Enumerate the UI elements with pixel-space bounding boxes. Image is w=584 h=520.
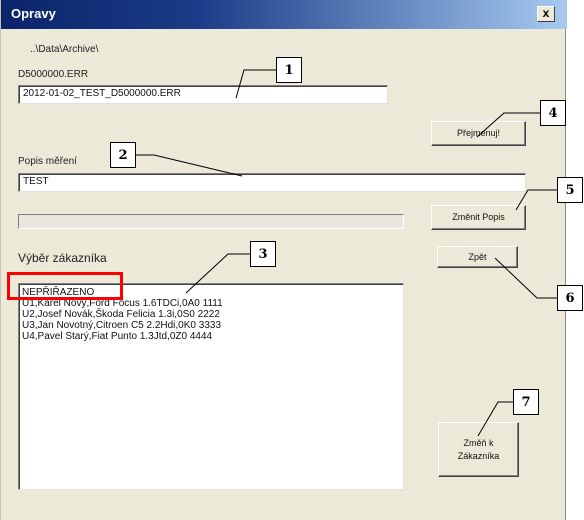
change-customer-button[interactable]: Změň k Zákazníka (438, 422, 519, 477)
path-label: ..\Data\Archive\ (30, 44, 99, 55)
callout-5: 5 (557, 177, 583, 203)
list-item[interactable]: U2,Josef Novák,Škoda Felicia 1.3i,0S0 22… (22, 309, 400, 320)
customer-select-label: Výběr zákazníka (18, 251, 107, 265)
callout-2: 2 (110, 142, 136, 168)
callout-4: 4 (540, 100, 566, 126)
callout-1: 1 (276, 57, 302, 83)
callout-7: 7 (513, 389, 539, 415)
customer-listbox[interactable]: NEPŘIŘAZENO U1,Karel Nový,Ford Focus 1.6… (18, 283, 404, 490)
callout-3: 3 (250, 241, 276, 267)
file-name-input[interactable]: 2012-01-02_TEST_D5000000.ERR (18, 85, 388, 104)
change-customer-label-line1: Změň k (463, 437, 494, 448)
window-title: Opravy (11, 6, 56, 21)
rename-button[interactable]: Přejmenuj! (431, 121, 526, 146)
highlight-box (7, 272, 123, 300)
title-bar[interactable]: Opravy x (1, 0, 567, 29)
list-item[interactable]: U4,Pavel Starý,Fiat Punto 1.3Jtd,0Z0 444… (22, 331, 400, 342)
change-customer-label-line2: Zákazníka (457, 450, 500, 461)
progress-bar (18, 214, 404, 229)
callout-6: 6 (557, 285, 583, 311)
change-description-button[interactable]: Změnit Popis (431, 205, 526, 230)
close-button[interactable]: x (537, 6, 555, 22)
description-input[interactable]: TEST (18, 173, 526, 192)
list-item[interactable]: U3,Jan Novotný,Citroen C5 2.2Hdi,0K0 333… (22, 320, 400, 331)
description-label: Popis měření (18, 156, 77, 167)
back-button[interactable]: Zpět (437, 246, 518, 268)
file-name-label: D5000000.ERR (18, 69, 89, 80)
